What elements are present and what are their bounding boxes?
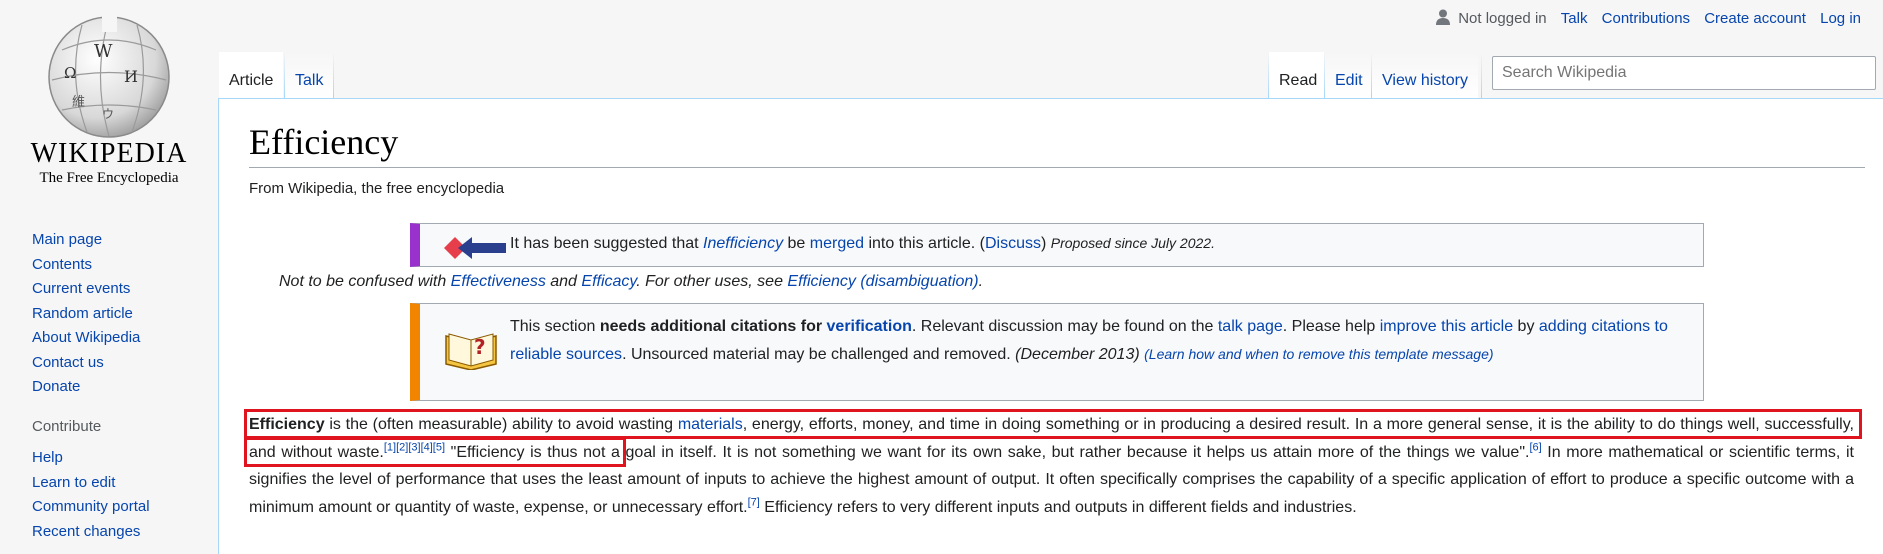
- efficacy-link[interactable]: Efficacy: [581, 273, 636, 290]
- highlight-box-line2: [244, 437, 626, 467]
- site-subtitle: From Wikipedia, the free encyclopedia: [249, 180, 505, 197]
- svg-text:ウ: ウ: [102, 107, 114, 121]
- merge-proposed-date: Proposed since July 2022.: [1050, 235, 1215, 251]
- sidebar-navigation: Main page Contents Current events Random…: [32, 228, 140, 400]
- title-divider: [249, 167, 1865, 168]
- verification-link[interactable]: verification: [827, 318, 912, 335]
- wikipedia-wordmark: WIKIPEDIA: [30, 138, 188, 169]
- not-logged-in-status: Not logged in: [1458, 10, 1547, 27]
- login-link[interactable]: Log in: [1820, 10, 1861, 27]
- sidebar-item-current-events[interactable]: Current events: [32, 277, 140, 302]
- sidebar-item-contents[interactable]: Contents: [32, 253, 140, 278]
- disambiguation-link[interactable]: Efficiency (disambiguation): [787, 273, 978, 290]
- sidebar-item-donate[interactable]: Donate: [32, 375, 140, 400]
- svg-text:И: И: [124, 67, 138, 86]
- wikipedia-tagline: The Free Encyclopedia: [39, 170, 179, 186]
- tab-talk[interactable]: Talk: [285, 52, 334, 98]
- hatnote-text-end: .: [978, 273, 984, 290]
- merge-text-pre: It has been suggested that: [510, 235, 704, 252]
- merge-notice: It has been suggested that Inefficiency …: [410, 223, 1704, 267]
- inefficiency-link[interactable]: Inefficiency: [703, 235, 783, 252]
- merge-arrow-icon: [444, 237, 506, 259]
- talk-link[interactable]: Talk: [1561, 10, 1588, 27]
- sidebar-item-contact-us[interactable]: Contact us: [32, 351, 140, 376]
- merged-link[interactable]: merged: [810, 235, 864, 252]
- tab-edit[interactable]: Edit: [1325, 52, 1373, 98]
- merge-text-close: ): [1040, 235, 1047, 252]
- hatnote-text-and: and: [545, 273, 582, 290]
- tab-read[interactable]: Read: [1269, 52, 1328, 98]
- sidebar-contribute: Help Learn to edit Community portal Rece…: [32, 446, 150, 544]
- cite-text-4: . Unsourced material may be challenged a…: [622, 345, 1016, 363]
- merge-text-post: into this article. (: [864, 235, 985, 252]
- search-input[interactable]: [1492, 56, 1876, 90]
- cite-text-2: . Please help: [1282, 318, 1380, 335]
- hatnote-text-pre: Not to be confused with: [279, 273, 451, 290]
- sidebar-item-community-portal[interactable]: Community portal: [32, 495, 150, 520]
- cite-text-3: by: [1513, 318, 1539, 335]
- puzzle-globe-icon: W Ω И 維 ウ: [48, 15, 170, 138]
- hatnote-text-mid: . For other uses, see: [636, 273, 788, 290]
- para-text-5: Efficiency refers to very different inpu…: [759, 498, 1357, 516]
- discuss-link[interactable]: Discuss: [985, 235, 1041, 252]
- page-title: Efficiency: [249, 122, 399, 162]
- sidebar-item-help[interactable]: Help: [32, 446, 150, 471]
- user-icon: [1436, 9, 1451, 25]
- learn-remove-template-link[interactable]: (Learn how and when to remove this templ…: [1144, 346, 1493, 362]
- highlight-box-line1: [244, 409, 1862, 439]
- effectiveness-link[interactable]: Effectiveness: [451, 273, 546, 290]
- svg-text:維: 維: [72, 95, 85, 110]
- cite-text-pre: This section: [510, 318, 600, 335]
- hatnote: Not to be confused with Effectiveness an…: [279, 273, 983, 291]
- sidebar-item-recent-changes[interactable]: Recent changes: [32, 520, 150, 545]
- improve-article-link[interactable]: improve this article: [1380, 318, 1513, 335]
- cite-date: (December 2013): [1015, 345, 1140, 363]
- sidebar-item-random-article[interactable]: Random article: [32, 302, 140, 327]
- svg-text:?: ?: [474, 335, 486, 359]
- sidebar-heading-contribute: Contribute: [32, 418, 102, 435]
- sidebar-item-learn-to-edit[interactable]: Learn to edit: [32, 471, 150, 496]
- merge-text-mid: be: [783, 235, 810, 252]
- wikipedia-logo[interactable]: W Ω И 維 ウ WIKIPEDIA The Free Encyclopedi…: [0, 0, 218, 200]
- svg-text:W: W: [94, 41, 113, 62]
- svg-text:Ω: Ω: [64, 64, 76, 82]
- reference-6[interactable]: [6]: [1529, 441, 1541, 453]
- sidebar-item-about-wikipedia[interactable]: About Wikipedia: [32, 326, 140, 351]
- merge-notice-text: It has been suggested that Inefficiency …: [510, 235, 1215, 253]
- cite-text-1: . Relevant discussion may be found on th…: [911, 318, 1218, 335]
- talk-page-link[interactable]: talk page: [1218, 318, 1283, 335]
- tab-view-history[interactable]: View history: [1372, 52, 1478, 98]
- question-book-icon: ?: [445, 333, 497, 370]
- reference-7[interactable]: [7]: [748, 496, 760, 508]
- sidebar-item-main-page[interactable]: Main page: [32, 228, 140, 253]
- article-content: Efficiency From Wikipedia, the free ency…: [218, 98, 1883, 554]
- contributions-link[interactable]: Contributions: [1602, 10, 1690, 27]
- personal-tools: Not logged in Talk Contributions Create …: [1436, 9, 1861, 27]
- citation-notice-text: This section needs additional citations …: [510, 313, 1690, 368]
- cite-text-bold: needs additional citations for: [599, 318, 827, 335]
- citation-needed-notice: ? This section needs additional citation…: [410, 303, 1704, 401]
- create-account-link[interactable]: Create account: [1704, 10, 1806, 27]
- tab-article[interactable]: Article: [219, 52, 284, 98]
